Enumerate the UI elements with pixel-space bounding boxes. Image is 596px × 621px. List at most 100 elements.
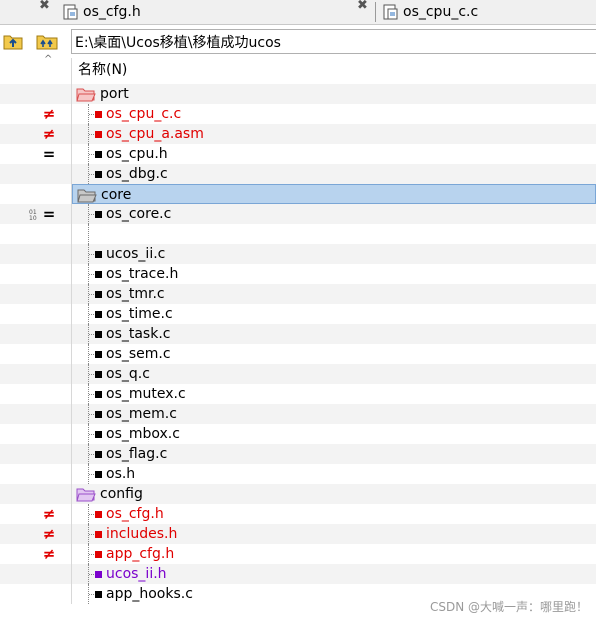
file-status-icon xyxy=(95,531,102,538)
path-field[interactable]: E:\桌面\Ucos移植\移植成功ucos xyxy=(71,29,596,54)
folder-open-icon xyxy=(77,189,97,203)
file-row[interactable]: ucos_ii.h xyxy=(0,564,596,584)
file-status-icon xyxy=(95,371,102,378)
blank-row xyxy=(0,224,596,244)
sort-caret-icon: ^ xyxy=(44,54,53,65)
file-row[interactable]: os_time.c xyxy=(0,304,596,324)
tree-guide-branch xyxy=(89,114,94,115)
row-content: os_flag.c xyxy=(72,444,596,464)
up-both-button[interactable] xyxy=(34,29,60,53)
folder-name: core xyxy=(101,187,132,203)
row-content: os_sem.c xyxy=(72,344,596,364)
file-name: os.h xyxy=(106,466,136,482)
file-row[interactable]: ≠ os_cfg.h xyxy=(0,504,596,524)
tab-divider xyxy=(375,2,376,22)
file-name: os_cpu.h xyxy=(106,146,168,162)
row-content xyxy=(72,224,596,244)
file-name: app_hooks.c xyxy=(106,586,193,602)
tree-guide-branch xyxy=(89,154,94,155)
file-status-icon xyxy=(95,211,102,218)
file-row[interactable]: ≠ app_cfg.h xyxy=(0,544,596,564)
file-name: os_trace.h xyxy=(106,266,179,282)
file-status-icon xyxy=(95,131,102,138)
file-name: includes.h xyxy=(106,526,178,542)
up-folder-button[interactable] xyxy=(0,29,26,53)
file-row[interactable]: = 01 10 os_core.c xyxy=(0,204,596,224)
folder-row[interactable]: config xyxy=(0,484,596,504)
file-row[interactable]: os_sem.c xyxy=(0,344,596,364)
folder-row[interactable]: core xyxy=(0,184,596,204)
row-content: os_tmr.c xyxy=(72,284,596,304)
file-row[interactable]: os_q.c xyxy=(0,364,596,384)
tree-guide-branch xyxy=(89,254,94,255)
row-content: os_mem.c xyxy=(72,404,596,424)
folder-up-icon xyxy=(3,35,23,50)
close-tab-icon[interactable]: ✖ xyxy=(39,0,50,13)
file-row[interactable]: os_flag.c xyxy=(0,444,596,464)
file-row[interactable]: os_mutex.c xyxy=(0,384,596,404)
row-content: ucos_ii.h xyxy=(72,564,596,584)
file-status-icon xyxy=(95,471,102,478)
file-status-icon xyxy=(95,391,102,398)
path-row: E:\桌面\Ucos移植\移植成功ucos xyxy=(0,29,596,54)
file-status-icon xyxy=(95,431,102,438)
file-row[interactable]: os_task.c xyxy=(0,324,596,344)
file-row[interactable]: os_mem.c xyxy=(0,404,596,424)
file-name: os_time.c xyxy=(106,306,173,322)
row-content: port xyxy=(72,84,596,104)
file-row[interactable]: os_dbg.c xyxy=(0,164,596,184)
file-row[interactable]: os_mbox.c xyxy=(0,424,596,444)
row-content: includes.h xyxy=(72,524,596,544)
different-marker: ≠ xyxy=(42,525,56,543)
file-name: ucos_ii.h xyxy=(106,566,167,582)
gutter-separator xyxy=(71,58,72,604)
file-name: os_cpu_a.asm xyxy=(106,126,204,142)
tab-os-cpu-c-c[interactable]: os_cpu_c.c xyxy=(383,0,478,24)
column-header-label: 名称(N) xyxy=(78,62,128,78)
file-row[interactable]: ≠ os_cpu_c.c xyxy=(0,104,596,124)
tree-guide-branch xyxy=(89,394,94,395)
folder-open-icon xyxy=(76,488,96,502)
row-content: ucos_ii.c xyxy=(72,244,596,264)
tree-guide-branch xyxy=(89,134,94,135)
file-status-icon xyxy=(95,111,102,118)
file-row[interactable]: os_tmr.c xyxy=(0,284,596,304)
row-content: os_cpu.h xyxy=(72,144,596,164)
column-header-name[interactable]: 名称(N) xyxy=(78,60,127,80)
folder-name: port xyxy=(100,86,129,102)
folder-row[interactable]: port xyxy=(0,84,596,104)
file-name: os_tmr.c xyxy=(106,286,165,302)
tree-guide-branch xyxy=(89,534,94,535)
binary-compare-icon: 0110 xyxy=(29,209,37,220)
close-tab-icon[interactable]: ✖ xyxy=(357,0,368,13)
tree-guide-branch xyxy=(89,374,94,375)
file-status-icon xyxy=(95,291,102,298)
file-name: os_flag.c xyxy=(106,446,168,462)
row-content: os_q.c xyxy=(72,364,596,384)
tree-guide-branch xyxy=(89,574,94,575)
file-name: os_task.c xyxy=(106,326,171,342)
file-row[interactable]: os.h xyxy=(0,464,596,484)
tree-guide-branch xyxy=(89,594,94,595)
file-row[interactable]: ≠ os_cpu_a.asm xyxy=(0,124,596,144)
tree-guide-branch xyxy=(89,354,94,355)
different-marker: ≠ xyxy=(42,125,56,143)
file-status-icon xyxy=(95,331,102,338)
file-name: app_cfg.h xyxy=(106,546,175,562)
row-content: os_cpu_a.asm xyxy=(72,124,596,144)
file-name: ucos_ii.c xyxy=(106,246,166,262)
file-name: os_core.c xyxy=(106,206,172,222)
folder-name: config xyxy=(100,486,143,502)
equal-marker: = xyxy=(42,205,56,223)
file-row[interactable]: = os_cpu.h xyxy=(0,144,596,164)
tab-os-cfg-h[interactable]: os_cfg.h xyxy=(63,0,141,24)
row-content: app_cfg.h xyxy=(72,544,596,564)
file-name: os_sem.c xyxy=(106,346,171,362)
file-row[interactable]: ≠ includes.h xyxy=(0,524,596,544)
file-row[interactable]: ucos_ii.c xyxy=(0,244,596,264)
file-name: os_cfg.h xyxy=(106,506,164,522)
row-content: os_cpu_c.c xyxy=(72,104,596,124)
path-text: E:\桌面\Ucos移植\移植成功ucos xyxy=(75,34,281,51)
file-row[interactable]: os_trace.h xyxy=(0,264,596,284)
different-marker: ≠ xyxy=(42,545,56,563)
